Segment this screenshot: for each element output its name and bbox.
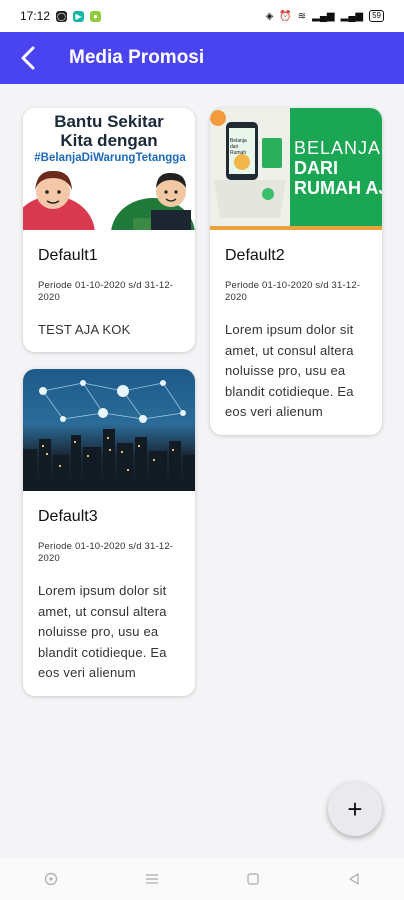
home-button[interactable] [233,864,273,894]
promo-image-hashtag: #BelanjaDiWarungTetangga [34,152,186,164]
system-nav-bar [0,858,404,900]
page-title: Media Promosi [69,47,205,68]
add-promo-button[interactable]: + [328,782,382,836]
promo-name: Default3 [38,508,98,525]
promo-name: Default1 [38,247,98,264]
vibrate-icon: ◈ [265,10,274,22]
promo-image-line2: Kita dengan [60,131,158,150]
people-illustration [23,170,195,230]
city-network-illustration [23,380,195,491]
promo-card[interactable]: Bantu Sekitar Kita dengan #BelanjaDiWaru… [23,108,195,352]
promo-image-line1: Bantu Sekitar [54,112,164,131]
promo-image-line1: BELANJA [294,138,382,158]
promo-description: Lorem ipsum dolor sit amet, ut consul al… [38,583,167,680]
alarm-icon: ⏰ [279,10,292,22]
back-arrow-icon [21,46,35,70]
promo-image: Bantu Sekitar Kita dengan #BelanjaDiWaru… [23,108,195,230]
menu-icon [145,874,158,884]
phone-illustration [210,108,290,230]
whatsapp-icon: ◯ [56,10,68,22]
wifi-icon: ≋ [297,10,307,22]
promo-period: Periode 01-10-2020 s/d 31-12-2020 [225,280,361,303]
square-icon [246,873,259,885]
promo-image-line2: DARI [294,158,338,178]
promo-period: Periode 01-10-2020 s/d 31-12-2020 [38,541,174,564]
image-top-border [210,226,382,230]
promo-description: Lorem ipsum dolor sit amet, ut consul al… [225,322,354,419]
battery-icon: 59 [369,10,384,22]
assistant-button[interactable] [31,864,71,894]
promo-image-line3: RUMAH AJA [294,178,382,198]
back-nav-button[interactable] [334,864,374,894]
status-bar: 17:12 ◯ ▶ ● ◈ ⏰ ≋ ▂▄▆ ▂▄▆ 59 [0,0,404,32]
signal-icon: ▂▄▆ [312,10,335,22]
promo-name: Default2 [225,247,285,264]
app-notification-icon-2: ● [90,10,102,22]
promo-description: TEST AJA KOK [38,322,131,337]
plus-icon: + [347,793,363,824]
back-button[interactable] [0,32,56,84]
app-notification-icon: ▶ [73,10,85,22]
promo-card[interactable]: Default3 Periode 01-10-2020 s/d 31-12-20… [23,369,195,696]
signal-icon-2: ▂▄▆ [340,10,364,22]
promo-image [23,369,195,491]
status-time: 17:12 [20,9,51,23]
promo-card[interactable]: Belanja dari Rumah BELANJA DARI RUMAH AJ… [210,108,382,435]
promo-period: Periode 01-10-2020 s/d 31-12-2020 [38,280,174,303]
menu-button[interactable] [132,864,172,894]
triangle-back-icon [348,873,359,885]
circle-dot-icon [44,872,57,886]
phone-screen-text: Belanja dari Rumah [230,138,247,156]
promo-image: Belanja dari Rumah BELANJA DARI RUMAH AJ… [210,108,382,230]
app-bar: Media Promosi [0,32,404,84]
